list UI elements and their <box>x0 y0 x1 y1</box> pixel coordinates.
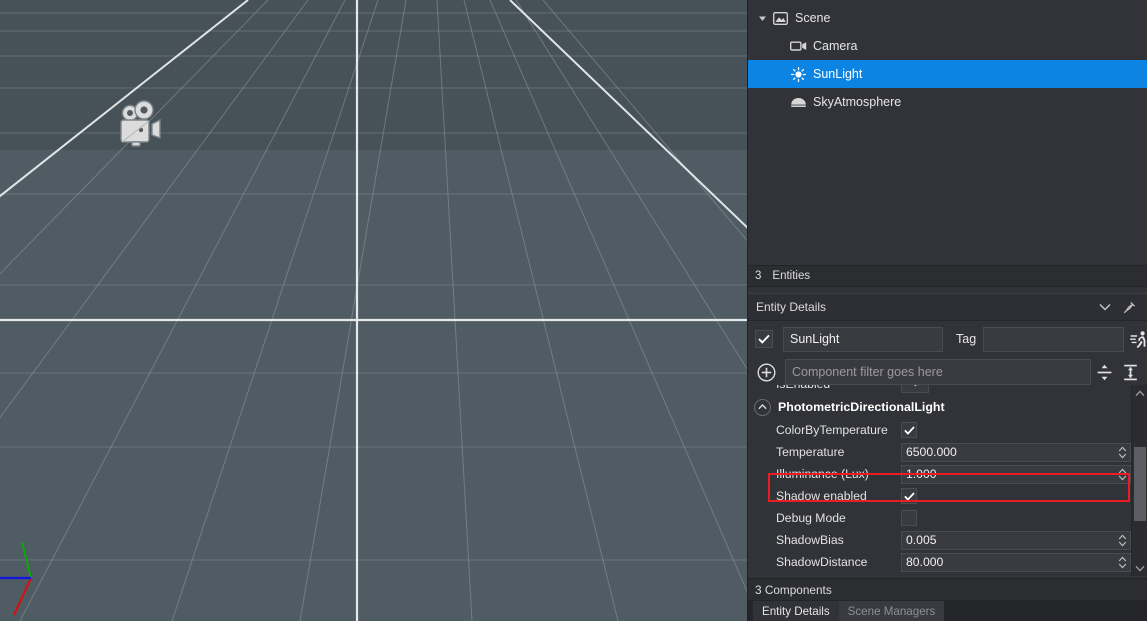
video-camera-icon <box>788 37 808 55</box>
components-count-label: 3 Components <box>755 583 832 597</box>
shadowbias-value: 0.005 <box>906 533 937 547</box>
panel-tabs-bar: Entity Details Scene Managers <box>748 600 1147 621</box>
property-control <box>901 510 1131 526</box>
chevron-up-icon[interactable] <box>754 399 771 416</box>
tab-entity-details[interactable]: Entity Details <box>753 601 839 621</box>
tag-label: Tag <box>956 332 976 346</box>
property-control <box>901 422 1131 438</box>
property-label: Shadow enabled <box>776 489 901 503</box>
entity-name-input[interactable] <box>783 327 943 352</box>
illuminance-input[interactable]: 1.000 <box>901 465 1131 484</box>
tree-item-label: Scene <box>795 11 830 25</box>
entity-details-panel: Entity Details <box>748 293 1147 621</box>
entity-tag-input[interactable] <box>983 327 1124 352</box>
colorbytemperature-checkbox[interactable] <box>901 422 917 438</box>
property-scrollbar[interactable] <box>1131 385 1147 576</box>
tree-item-scene[interactable]: Scene <box>748 4 1147 32</box>
running-person-icon[interactable] <box>1130 327 1147 351</box>
property-scroll-area[interactable]: IsEnabled PhotometricDirectionalLight <box>748 385 1147 576</box>
property-row-shadowdistance[interactable]: ShadowDistance 80.000 <box>748 551 1131 573</box>
components-status-bar: 3 Components <box>748 578 1147 600</box>
entities-count: 3 <box>755 270 761 282</box>
shadow-enabled-checkbox[interactable] <box>901 488 917 504</box>
chevron-down-icon[interactable] <box>1093 296 1117 318</box>
debug-mode-checkbox[interactable] <box>901 510 917 526</box>
shadowbias-spinner[interactable] <box>1117 533 1128 548</box>
illuminance-spinner[interactable] <box>1117 467 1128 482</box>
scene-tree[interactable]: Scene Camera <box>748 0 1147 265</box>
entity-enabled-checkbox[interactable] <box>755 330 773 348</box>
tab-scene-managers[interactable]: Scene Managers <box>839 601 945 621</box>
entities-status-bar: 3 Entities <box>748 265 1147 287</box>
component-filter-row <box>748 358 1147 386</box>
property-row-debug-mode[interactable]: Debug Mode <box>748 507 1131 529</box>
component-title: PhotometricDirectionalLight <box>778 400 945 414</box>
application-window: Scene Camera <box>0 0 1147 621</box>
3d-viewport[interactable] <box>0 0 747 621</box>
temperature-value: 6500.000 <box>906 445 957 459</box>
sun-icon <box>788 65 808 83</box>
property-row-colorbytemperature[interactable]: ColorByTemperature <box>748 419 1131 441</box>
panel-title: Entity Details <box>756 300 826 314</box>
property-control: 1.000 <box>901 465 1131 484</box>
tree-item-label: Camera <box>813 39 857 53</box>
component-filter-input[interactable] <box>785 359 1091 385</box>
property-control: 6500.000 <box>901 443 1131 462</box>
tree-item-camera[interactable]: Camera <box>748 32 1147 60</box>
entity-details-header: Entity Details <box>748 293 1147 321</box>
pin-icon[interactable] <box>1117 296 1141 318</box>
expand-all-icon[interactable] <box>1117 360 1143 384</box>
property-label: ShadowBias <box>776 533 901 547</box>
tree-item-sunlight[interactable]: SunLight <box>748 60 1147 88</box>
axis-orientation-gizmo <box>0 530 80 621</box>
tree-item-skyatmosphere[interactable]: SkyAtmosphere <box>748 88 1147 116</box>
movie-camera-icon[interactable] <box>108 98 168 158</box>
tree-item-label: SunLight <box>813 67 862 81</box>
shadowdistance-input[interactable]: 80.000 <box>901 553 1131 572</box>
component-header-photometricdirectionallight[interactable]: PhotometricDirectionalLight <box>748 395 1131 419</box>
property-row-isenabled[interactable]: IsEnabled <box>748 385 1131 395</box>
viewport-grid <box>0 0 747 621</box>
entities-label: Entities <box>772 270 810 282</box>
entity-name-row: Tag <box>748 323 1147 355</box>
collapse-all-icon[interactable] <box>1091 360 1117 384</box>
temperature-input[interactable]: 6500.000 <box>901 443 1131 462</box>
property-label: IsEnabled <box>776 385 901 391</box>
property-control: 80.000 <box>901 553 1131 572</box>
isenabled-dropdown[interactable] <box>901 385 929 393</box>
property-control <box>901 488 1131 504</box>
property-label: Debug Mode <box>776 511 901 525</box>
sky-dome-icon <box>788 93 808 111</box>
scrollbar-thumb[interactable] <box>1134 447 1146 521</box>
scroll-down-icon[interactable] <box>1132 560 1147 576</box>
property-row-temperature[interactable]: Temperature 6500.000 <box>748 441 1131 463</box>
property-control: 0.005 <box>901 531 1131 550</box>
property-list: IsEnabled PhotometricDirectionalLight <box>748 385 1131 573</box>
shadowdistance-value: 80.000 <box>906 555 943 569</box>
scroll-up-icon[interactable] <box>1132 385 1147 401</box>
property-row-shadowbias[interactable]: ShadowBias 0.005 <box>748 529 1131 551</box>
image-scene-icon <box>770 9 790 27</box>
property-label: ColorByTemperature <box>776 423 901 437</box>
expand-caret-icon[interactable] <box>754 10 770 26</box>
property-row-shadow-enabled[interactable]: Shadow enabled <box>748 485 1131 507</box>
shadowdistance-spinner[interactable] <box>1117 555 1128 570</box>
temperature-spinner[interactable] <box>1117 445 1128 460</box>
illuminance-value: 1.000 <box>906 467 937 481</box>
tree-item-label: SkyAtmosphere <box>813 95 901 109</box>
property-label: ShadowDistance <box>776 555 901 569</box>
property-row-illuminance[interactable]: Illuminance (Lux) 1.000 <box>748 463 1131 485</box>
property-control <box>901 385 1131 393</box>
shadowbias-input[interactable]: 0.005 <box>901 531 1131 550</box>
property-label: Temperature <box>776 445 901 459</box>
circle-plus-icon[interactable] <box>755 361 777 383</box>
property-label: Illuminance (Lux) <box>776 467 901 481</box>
right-dock-panel: Scene Camera <box>747 0 1147 621</box>
